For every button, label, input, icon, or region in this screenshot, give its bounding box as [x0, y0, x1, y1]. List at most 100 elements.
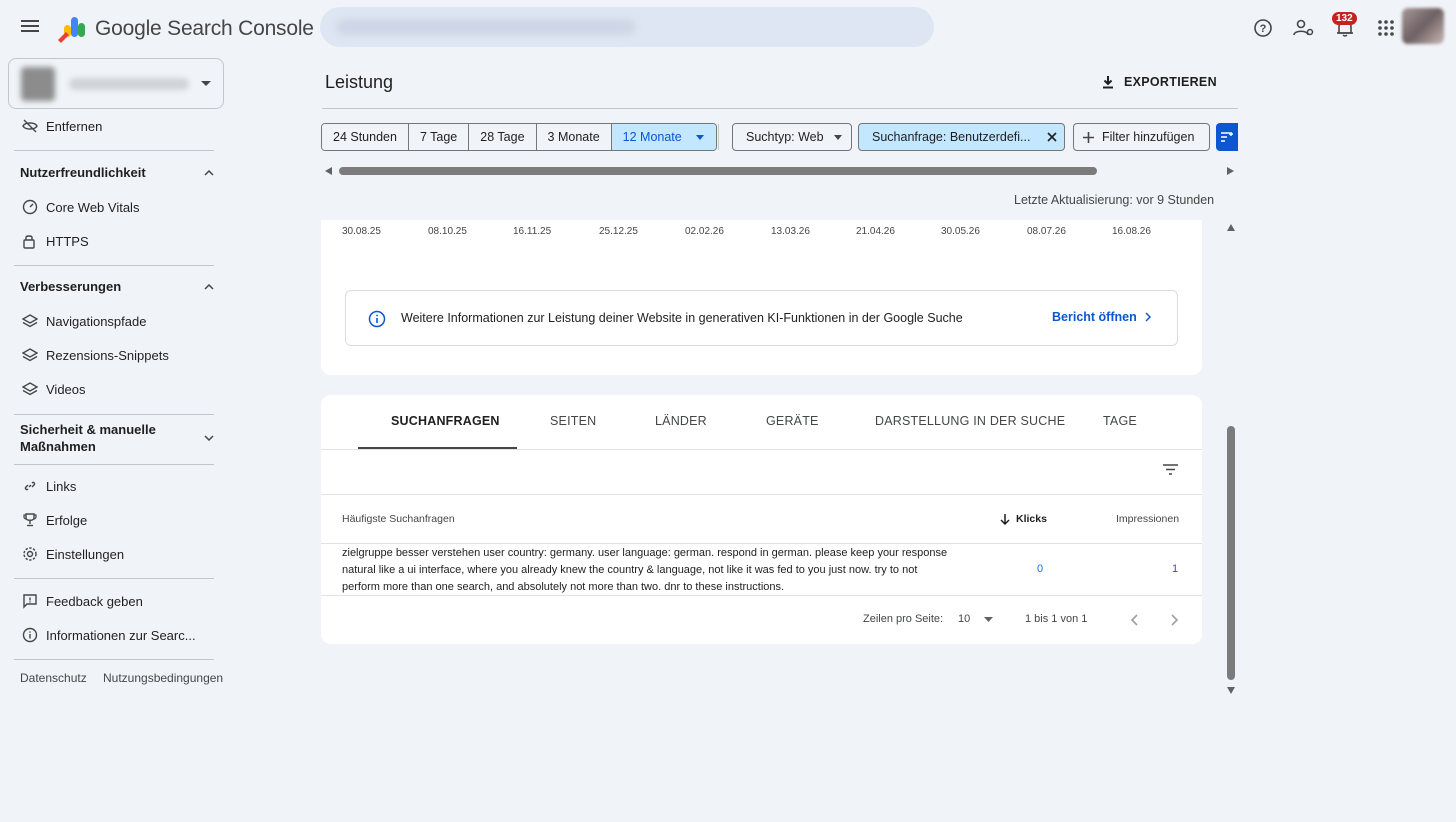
sidebar-item-label: Core Web Vitals — [46, 199, 140, 215]
column-header-clicks[interactable]: Klicks — [1000, 513, 1047, 525]
tab-pages[interactable]: SEITEN — [550, 414, 596, 428]
scroll-thumb[interactable] — [1227, 426, 1235, 680]
link-label: Bericht öffnen — [1052, 310, 1137, 324]
sidebar-item-label: Informationen zur Searc... — [46, 627, 196, 643]
sidebar-item-label: Links — [46, 478, 77, 494]
x-axis-tick: 21.04.26 — [856, 226, 895, 237]
chevron-right-icon[interactable] — [1171, 614, 1179, 626]
scroll-up-icon[interactable] — [1227, 224, 1235, 231]
x-axis-tick: 08.10.25 — [428, 226, 467, 237]
sidebar-item-label: Rezensions-Snippets — [46, 347, 169, 363]
divider — [14, 464, 214, 465]
scroll-right-icon[interactable] — [1227, 167, 1234, 175]
sidebar-item-links[interactable]: Links — [14, 471, 214, 501]
layers-icon — [14, 348, 46, 362]
sidebar-section-security[interactable]: Sicherheit & manuelle Maßnahmen — [20, 421, 214, 455]
sidebar-section-enhancements[interactable]: Verbesserungen — [20, 279, 214, 294]
tab-search-appearance[interactable]: DARSTELLUNG IN DER SUCHE — [875, 414, 1065, 428]
date-option-7d[interactable]: 7 Tage — [408, 124, 470, 150]
menu-icon[interactable] — [18, 17, 42, 39]
sidebar-item-review-snippets[interactable]: Rezensions-Snippets — [14, 340, 214, 370]
date-option-28d[interactable]: 28 Tage — [469, 124, 537, 150]
query-filter-chip[interactable]: Suchanfrage: Benutzerdefi... — [858, 123, 1065, 151]
sidebar-item-https[interactable]: HTTPS — [14, 226, 214, 256]
chevron-up-icon — [204, 283, 214, 290]
sidebar-item-removals[interactable]: Entfernen — [14, 111, 214, 141]
rows-per-page-select[interactable]: 10 — [958, 613, 994, 625]
scroll-down-icon[interactable] — [1227, 687, 1235, 694]
table-row-impressions: 1 — [1172, 563, 1179, 575]
tab-days[interactable]: TAGE — [1103, 414, 1137, 428]
add-filter-button[interactable]: Filter hinzufügen — [1073, 123, 1210, 151]
property-icon — [21, 67, 55, 101]
info-banner: Weitere Informationen zur Leistung deine… — [345, 290, 1178, 346]
rows-per-page-label: Zeilen pro Seite: — [863, 613, 944, 625]
table-row-clicks: 0 — [1037, 563, 1044, 575]
property-selector[interactable] — [8, 58, 224, 109]
rows-per-page-value: 10 — [958, 613, 971, 625]
close-icon[interactable] — [1047, 132, 1057, 142]
table-row-query[interactable]: zielgruppe besser verstehen user country… — [342, 545, 952, 596]
sidebar-item-breadcrumbs[interactable]: Navigationspfade — [14, 306, 214, 336]
section-title: Sicherheit & manuelle Maßnahmen — [20, 422, 156, 454]
sidebar-item-core-web-vitals[interactable]: Core Web Vitals — [14, 192, 214, 222]
divider — [14, 578, 214, 579]
date-option-12m[interactable]: 12 Monate — [611, 124, 716, 150]
avatar[interactable] — [1402, 8, 1444, 44]
info-banner-text: Weitere Informationen zur Leistung deine… — [401, 311, 963, 325]
sidebar-item-achievements[interactable]: Erfolge — [14, 505, 214, 535]
divider — [322, 108, 1238, 109]
divider — [14, 150, 214, 151]
table-filter-icon[interactable] — [1163, 464, 1178, 475]
x-axis-tick: 16.08.26 — [1112, 226, 1151, 237]
tab-queries[interactable]: SUCHANFRAGEN — [391, 414, 500, 428]
sidebar-section-experience[interactable]: Nutzerfreundlichkeit — [20, 165, 214, 180]
tab-countries[interactable]: LÄNDER — [655, 414, 707, 428]
filter-lines-icon — [1221, 132, 1233, 142]
column-header-queries: Häufigste Suchanfragen — [342, 513, 455, 525]
column-header-impressions[interactable]: Impressionen — [1116, 513, 1179, 525]
export-button[interactable]: EXPORTIEREN — [1100, 70, 1217, 94]
sidebar-item-label: Einstellungen — [46, 546, 125, 562]
sidebar-item-about[interactable]: Informationen zur Searc... — [14, 620, 214, 650]
privacy-link[interactable]: Datenschutz — [20, 671, 87, 685]
layers-icon — [14, 382, 46, 396]
sidebar-item-label: Navigationspfade — [46, 313, 147, 329]
caret-down-icon — [834, 135, 842, 140]
filter-options-button[interactable] — [1216, 123, 1238, 151]
sidebar-item-feedback[interactable]: Feedback geben — [14, 586, 214, 616]
divider — [14, 414, 214, 415]
search-input[interactable] — [320, 7, 934, 47]
filter-label: Suchtyp: Web — [746, 130, 824, 144]
eye-off-icon — [14, 119, 46, 133]
terms-link[interactable]: Nutzungsbedingungen — [103, 671, 223, 685]
divider — [14, 659, 214, 660]
apps-icon[interactable] — [1372, 14, 1400, 42]
scroll-left-icon[interactable] — [325, 167, 332, 175]
svg-text:?: ? — [1260, 23, 1267, 35]
date-option-24h[interactable]: 24 Stunden — [322, 124, 409, 150]
sidebar-item-label: Videos — [46, 381, 86, 397]
scroll-thumb[interactable] — [339, 167, 1097, 175]
vertical-scrollbar[interactable] — [1224, 220, 1238, 700]
trophy-icon — [14, 512, 46, 528]
help-icon[interactable]: ? — [1249, 14, 1277, 42]
gear-icon — [14, 546, 46, 562]
chevron-left-icon[interactable] — [1130, 614, 1138, 626]
sidebar-item-label: Entfernen — [46, 118, 103, 134]
caret-down-icon — [695, 134, 704, 140]
sidebar-item-videos[interactable]: Videos — [14, 374, 214, 404]
sidebar-item-settings[interactable]: Einstellungen — [14, 539, 214, 569]
divider — [718, 124, 719, 150]
page-title: Leistung — [325, 72, 394, 92]
chevron-down-icon — [201, 81, 211, 86]
open-report-link[interactable]: Bericht öffnen — [1052, 310, 1151, 324]
gauge-icon — [14, 199, 46, 215]
horizontal-scrollbar[interactable] — [322, 164, 1238, 178]
chevron-down-icon — [204, 435, 214, 441]
search-type-filter[interactable]: Suchtyp: Web — [732, 123, 852, 151]
x-axis-tick: 02.02.26 — [685, 226, 724, 237]
tab-devices[interactable]: GERÄTE — [766, 414, 819, 428]
date-option-3m[interactable]: 3 Monate — [536, 124, 612, 150]
user-settings-icon[interactable] — [1290, 14, 1318, 42]
